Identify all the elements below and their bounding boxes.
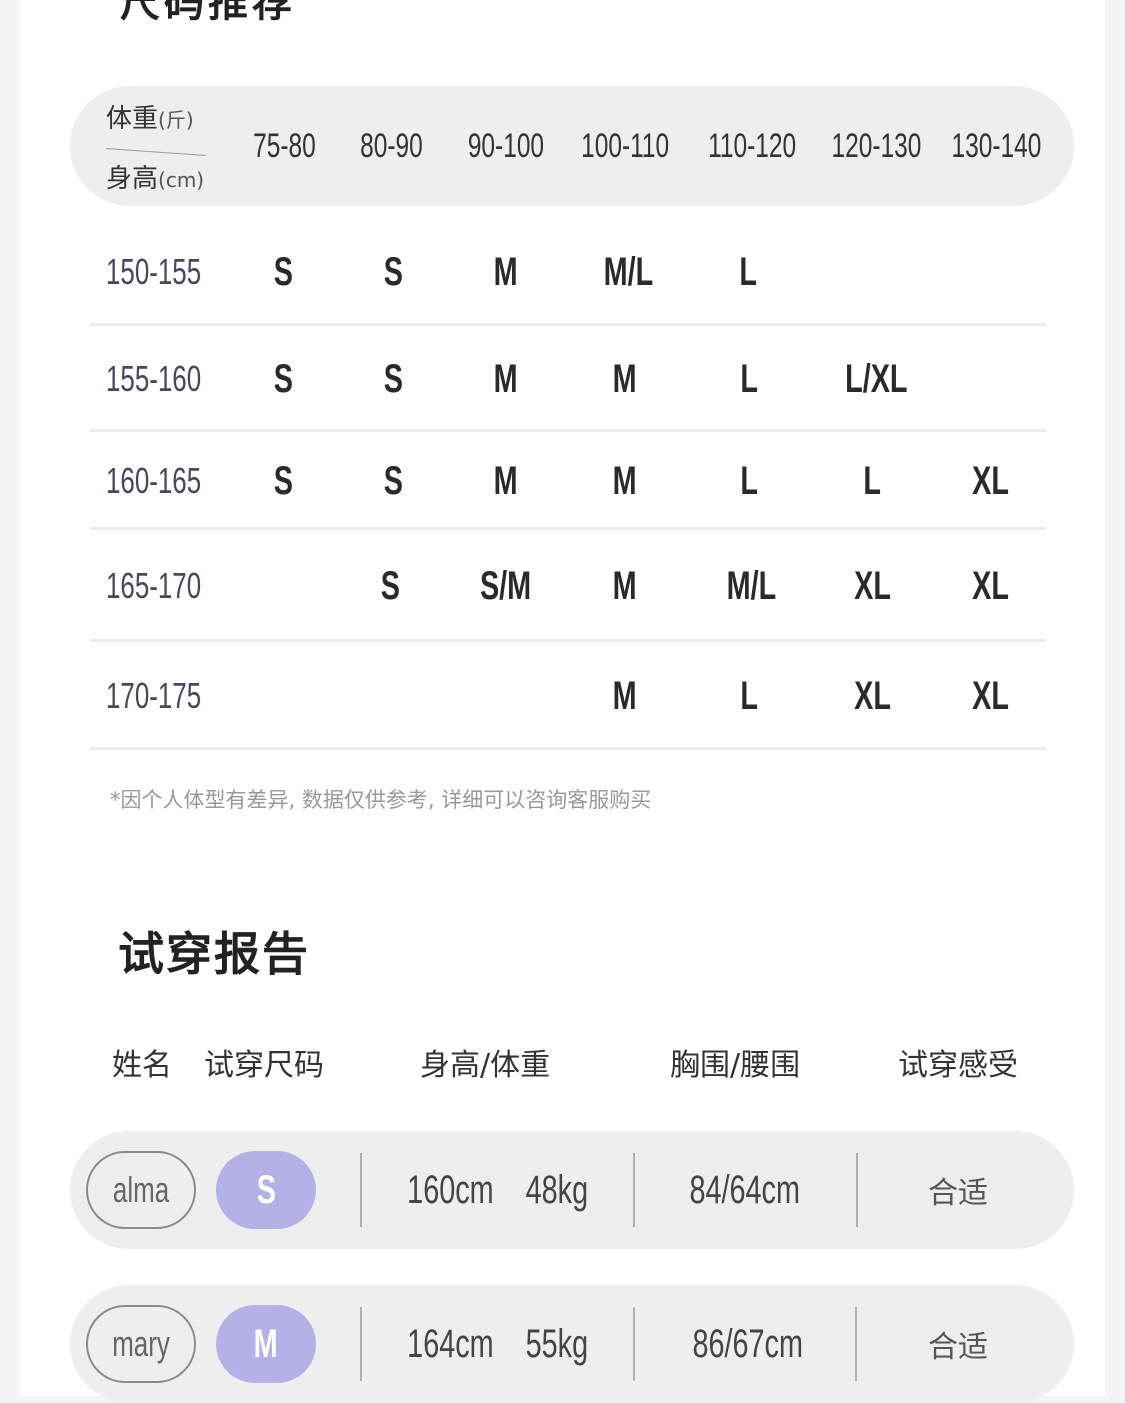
- weight-column-header: 100-110: [580, 126, 670, 165]
- size-cell: XL: [972, 673, 1010, 718]
- fit-feel-value: 合适: [928, 1176, 988, 1211]
- size-row: 165-170 S S/M M M/L XL XL: [90, 530, 1046, 642]
- size-cell: M: [612, 563, 637, 608]
- trial-report-row: alma S 160cm 48kg 84/64cm 合适: [70, 1131, 1074, 1249]
- size-cell: L: [863, 458, 881, 503]
- fit-feel-value: 合适: [928, 1330, 988, 1365]
- content-card: 尺码推荐 体重(斤) 身高(cm) 75-80 80-90 90-100 100…: [20, 0, 1105, 1403]
- size-cell: S/M: [480, 563, 532, 608]
- size-cell: S: [273, 458, 293, 503]
- trial-size-badge: M: [216, 1305, 316, 1383]
- size-cell: M: [493, 249, 518, 294]
- bust-waist-value: 86/67cm: [692, 1321, 804, 1366]
- size-cell: [931, 326, 1051, 432]
- height-weight-value: 164cm 55kg: [407, 1321, 589, 1366]
- size-row: 150-155 S S M M/L L: [90, 218, 1046, 326]
- size-cell: [816, 218, 936, 326]
- tester-name: alma: [86, 1151, 196, 1229]
- weight-column-header: 80-90: [359, 126, 423, 165]
- column-header-name: 姓名: [112, 1048, 172, 1083]
- weight-column-header: 130-140: [951, 126, 1041, 165]
- weight-column-header: 90-100: [467, 126, 545, 165]
- size-cell: L: [740, 356, 758, 401]
- size-chart-note: *因个人体型有差异, 数据仅供参考, 详细可以咨询客服购买: [110, 788, 652, 812]
- trial-report-row: mary M 164cm 55kg 86/67cm 合适: [70, 1285, 1074, 1403]
- weight-column-header: 110-120: [707, 126, 797, 165]
- size-cell: [223, 530, 343, 642]
- tester-name: mary: [86, 1305, 196, 1383]
- size-chart-title: 尺码推荐: [120, 0, 296, 26]
- size-row: 170-175 M L XL XL: [90, 642, 1046, 750]
- column-header-size: 试穿尺码: [204, 1048, 324, 1083]
- column-header-bust-waist: 胸围/腰围: [670, 1048, 801, 1083]
- size-cell: XL: [972, 458, 1010, 503]
- corner-divider: [105, 148, 206, 156]
- trial-report-title: 试穿报告: [118, 927, 310, 981]
- size-cell: M: [612, 458, 637, 503]
- size-cell: S: [383, 356, 403, 401]
- column-header-feel: 试穿感受: [898, 1048, 1018, 1083]
- size-cell: L/XL: [844, 356, 908, 401]
- column-header-height-weight: 身高/体重: [420, 1048, 551, 1083]
- size-cell: S: [273, 249, 293, 294]
- size-cell: S: [380, 563, 400, 608]
- height-range-label: 165-170: [106, 565, 202, 606]
- size-cell: [931, 218, 1051, 326]
- size-cell: M: [612, 356, 637, 401]
- size-cell: S: [383, 249, 403, 294]
- trial-size-badge: S: [216, 1151, 316, 1229]
- size-cell: XL: [972, 563, 1010, 608]
- size-chart-header: 体重(斤) 身高(cm) 75-80 80-90 90-100 100-110 …: [70, 86, 1074, 206]
- size-cell: M: [493, 356, 518, 401]
- size-cell: L: [740, 673, 758, 718]
- size-cell: M: [612, 673, 637, 718]
- column-separator: [855, 1307, 857, 1381]
- size-row: 155-160 S S M M L L/XL: [90, 326, 1046, 432]
- size-cell: XL: [854, 563, 892, 608]
- header-corner: 体重(斤) 身高(cm): [105, 98, 216, 198]
- bust-waist-value: 84/64cm: [689, 1167, 801, 1212]
- height-weight-value: 160cm 48kg: [407, 1167, 589, 1212]
- weight-column-header: 120-130: [831, 126, 921, 165]
- size-cell: S: [273, 356, 293, 401]
- size-cell: [333, 642, 453, 750]
- size-cell: M/L: [603, 249, 653, 294]
- height-axis-label: 身高(cm): [106, 164, 205, 194]
- height-range-label: 155-160: [106, 358, 202, 399]
- size-row: 160-165 S S M M L L XL: [90, 432, 1046, 530]
- height-range-label: 170-175: [106, 675, 202, 716]
- size-cell: [223, 642, 343, 750]
- height-range-label: 160-165: [106, 460, 202, 501]
- size-cell: [446, 642, 566, 750]
- row-divider: [90, 747, 1046, 750]
- size-cell: M: [493, 458, 518, 503]
- size-cell: L: [740, 458, 758, 503]
- weight-axis-label: 体重(斤): [106, 104, 194, 134]
- weight-column-header: 75-80: [252, 126, 316, 165]
- size-cell: XL: [854, 673, 892, 718]
- size-cell: S: [383, 458, 403, 503]
- size-cell: L: [739, 249, 757, 294]
- size-cell: M/L: [726, 563, 776, 608]
- height-range-label: 150-155: [106, 251, 202, 292]
